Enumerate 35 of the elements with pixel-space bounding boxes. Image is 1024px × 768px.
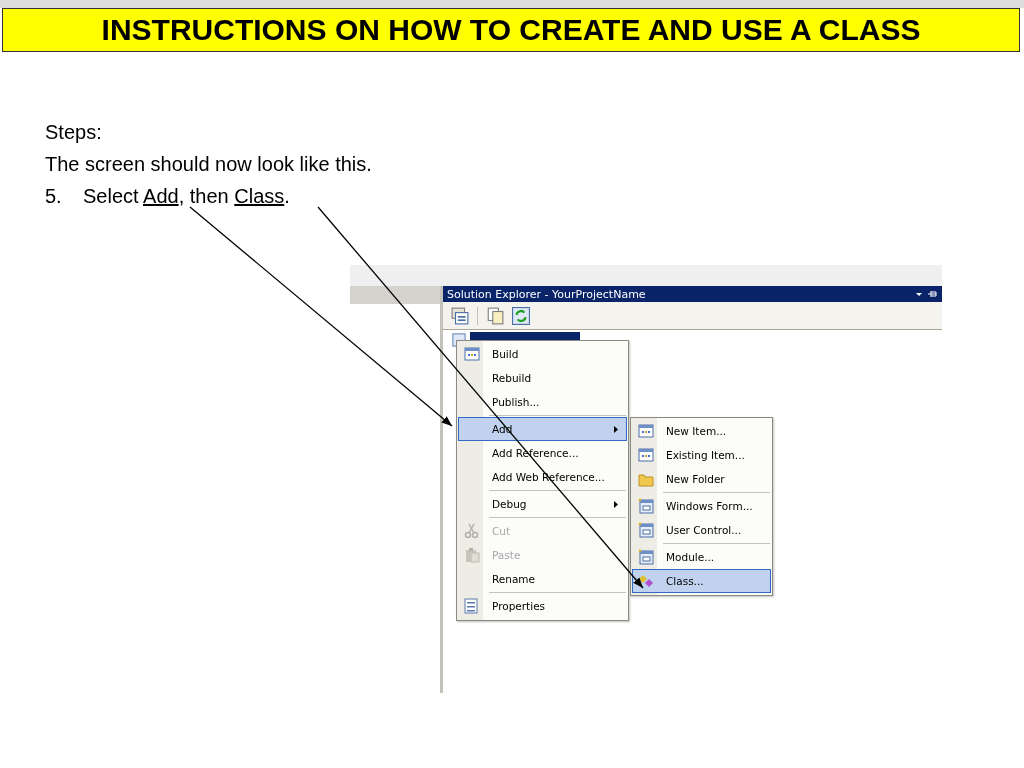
form-icon	[638, 522, 654, 538]
menu-item[interactable]: New Item...	[632, 419, 771, 443]
window-icon	[464, 346, 480, 362]
menu-item[interactable]: Rebuild	[458, 366, 627, 390]
form-icon	[638, 549, 654, 565]
form-icon	[638, 498, 654, 514]
menu-item[interactable]: New Folder	[632, 467, 771, 491]
instruction-text: 5. Select Add, then Class.	[45, 184, 290, 209]
menu-item[interactable]: Properties	[458, 594, 627, 618]
refresh-icon[interactable]	[512, 306, 530, 325]
list-icon	[464, 598, 480, 614]
instruction-text: Steps:	[45, 120, 102, 145]
menu-item[interactable]: Module...	[632, 545, 771, 569]
menu-item[interactable]: Windows Form...	[632, 494, 771, 518]
window-icon	[638, 423, 654, 439]
menu-item[interactable]: User Control...	[632, 518, 771, 542]
instruction-text: The screen should now look like this.	[45, 152, 372, 177]
submenu-arrow-icon	[614, 425, 618, 433]
folder-icon	[638, 471, 654, 487]
documents-icon[interactable]	[486, 306, 504, 325]
clipboard-icon	[464, 547, 480, 563]
scissors-icon	[464, 523, 480, 539]
menu-item[interactable]: Build	[458, 342, 627, 366]
menu-item[interactable]: Debug	[458, 492, 627, 516]
window-icon	[638, 447, 654, 463]
slide-title: INSTRUCTIONS ON HOW TO CREATE AND USE A CLASS	[2, 8, 1020, 52]
diamonds-icon	[638, 573, 654, 589]
menu-item[interactable]: Rename	[458, 567, 627, 591]
submenu-arrow-icon	[614, 500, 618, 508]
menu-item[interactable]: Existing Item...	[632, 443, 771, 467]
menu-item[interactable]: Publish...	[458, 390, 627, 414]
pin-icon	[914, 289, 938, 299]
menu-item[interactable]: Class...	[632, 569, 771, 593]
panel-title: Solution Explorer - YourProjectName	[447, 287, 646, 301]
properties-icon[interactable]	[451, 306, 469, 325]
